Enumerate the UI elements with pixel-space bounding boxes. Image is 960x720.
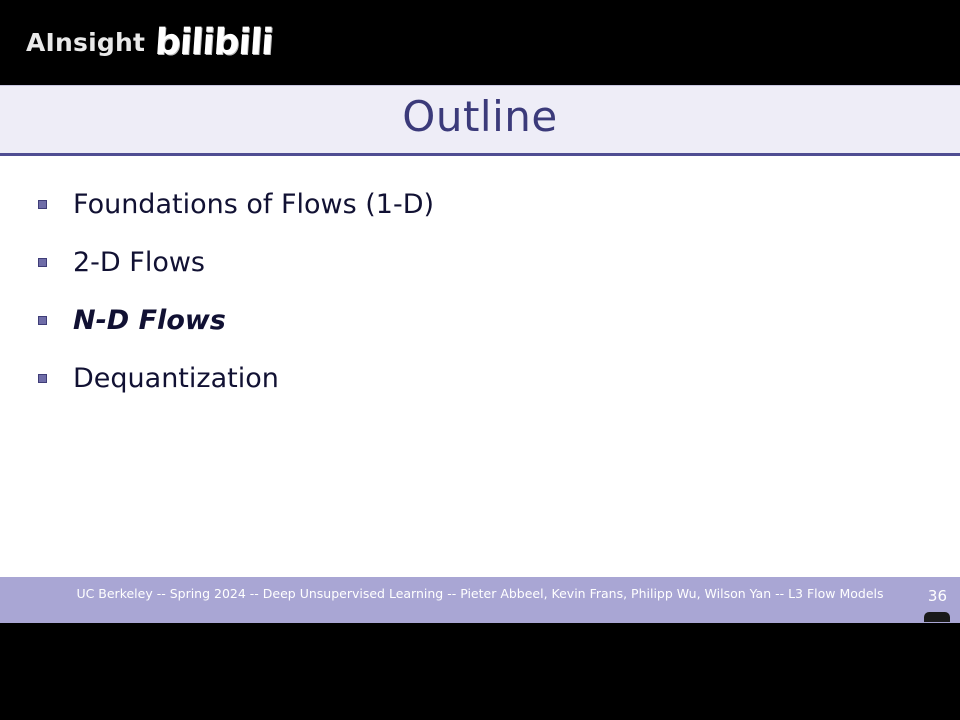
outline-item-current: N-D Flows xyxy=(38,291,434,349)
video-top-bar: AInsight bilibili xyxy=(0,0,960,85)
outline-list: Foundations of Flows (1-D) 2-D Flows N-D… xyxy=(38,175,434,407)
square-bullet-icon xyxy=(38,315,47,325)
slide-title: Outline xyxy=(402,92,558,141)
outline-item-label: N-D Flows xyxy=(73,304,226,336)
title-divider xyxy=(0,153,960,156)
outline-item-label: 2-D Flows xyxy=(73,246,205,278)
outline-item-label: Foundations of Flows (1-D) xyxy=(73,188,435,220)
title-band: Outline xyxy=(0,85,960,154)
outline-item-label: Dequantization xyxy=(73,362,279,394)
page-number: 36 xyxy=(927,587,947,605)
square-bullet-icon xyxy=(38,199,47,209)
channel-watermark: AInsight bilibili xyxy=(26,22,275,63)
page-marker-icon xyxy=(924,612,950,622)
outline-item: Dequantization xyxy=(38,349,434,407)
slide: Outline Foundations of Flows (1-D) 2-D F… xyxy=(0,85,960,623)
slide-footer: UC Berkeley -- Spring 2024 -- Deep Unsup… xyxy=(0,577,960,623)
square-bullet-icon xyxy=(38,257,47,267)
square-bullet-icon xyxy=(38,373,47,383)
outline-item: 2-D Flows xyxy=(38,233,434,291)
outline-item: Foundations of Flows (1-D) xyxy=(38,175,434,233)
watermark-text: AInsight xyxy=(26,28,146,57)
bilibili-logo: bilibili xyxy=(153,22,275,63)
footer-text: UC Berkeley -- Spring 2024 -- Deep Unsup… xyxy=(76,586,884,601)
